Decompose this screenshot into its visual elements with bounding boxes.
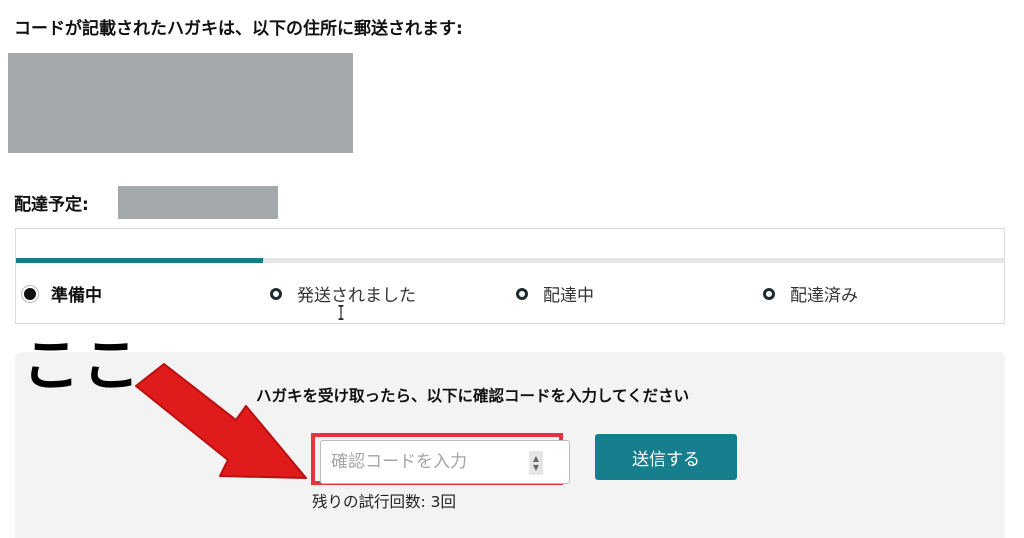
text-cursor-icon: I: [337, 301, 345, 325]
annotation-text: ここ: [22, 331, 143, 399]
shipment-tracker: 準備中 発送されました 配達中 配達済み: [15, 228, 1005, 324]
step-dot-icon: [763, 287, 775, 300]
redacted-address: [8, 53, 353, 153]
submit-button[interactable]: 送信する: [595, 434, 737, 480]
step-preparing: 準備中: [24, 281, 102, 306]
annotation-arrow-icon: [135, 363, 307, 479]
step-label: 配達中: [543, 286, 594, 306]
step-dot-icon: [270, 287, 282, 300]
step-dot-icon: [516, 287, 528, 300]
code-input-highlight: ▲ ▼: [311, 433, 570, 485]
page: コードが記載されたハガキは、以下の住所に郵送されます: 配達予定: 準備中 発送…: [0, 0, 1024, 538]
address-heading: コードが記載されたハガキは、以下の住所に郵送されます:: [14, 19, 463, 39]
spinner-down-icon: ▼: [532, 463, 540, 472]
progress-fill: [16, 258, 263, 263]
arrow-shape: [135, 363, 307, 479]
step-delivered: 配達済み: [763, 281, 858, 306]
spinner-up-icon: ▲: [532, 454, 540, 463]
step-label: 発送されました: [297, 286, 416, 306]
redacted-delivery-date: [118, 186, 278, 219]
step-active-dot-icon: [24, 287, 36, 300]
delivery-date-label: 配達予定:: [14, 195, 89, 215]
step-in-delivery: 配達中: [516, 281, 594, 306]
step-label: 配達済み: [790, 286, 858, 306]
step-label: 準備中: [51, 286, 102, 306]
number-spinner-icon[interactable]: ▲ ▼: [529, 451, 543, 475]
remaining-attempts: 残りの試行回数: 3回: [312, 493, 457, 511]
progress-track: [16, 258, 1004, 263]
